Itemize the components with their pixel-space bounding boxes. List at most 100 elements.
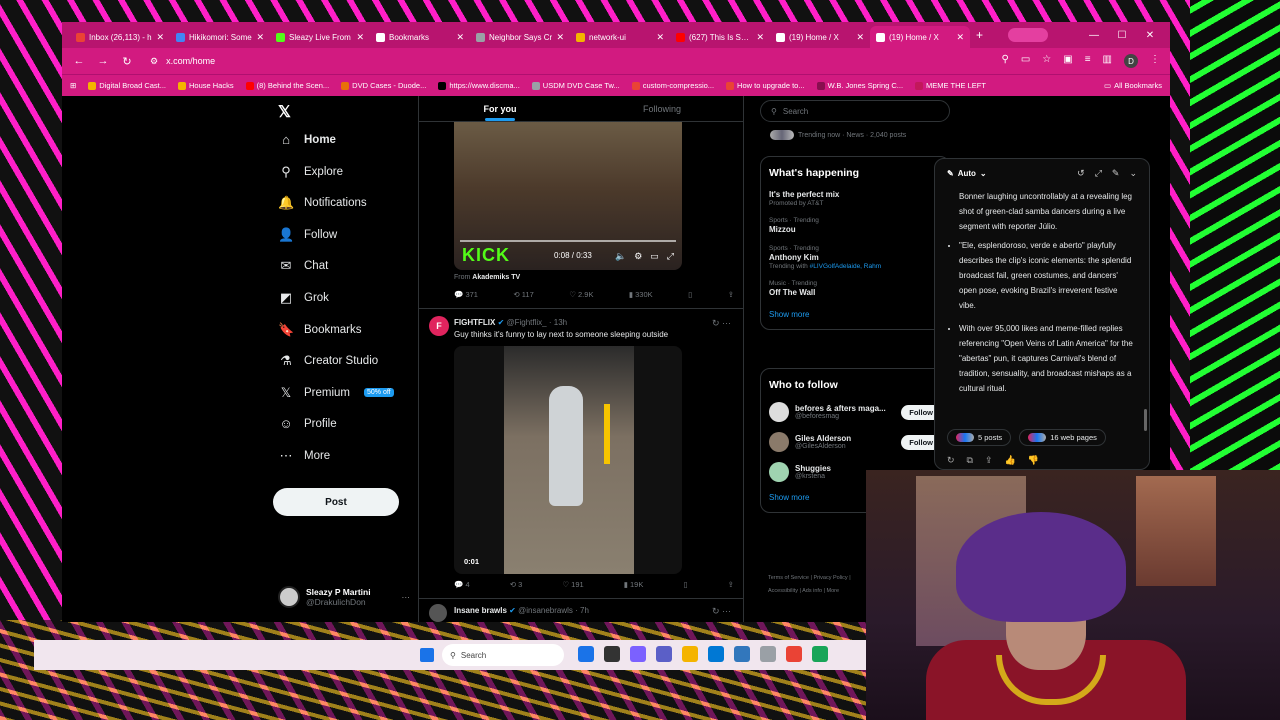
bookmark-icon[interactable]: ▯: [688, 290, 692, 299]
share-icon[interactable]: ⇪: [985, 455, 993, 466]
close-icon[interactable]: ✕: [756, 32, 764, 43]
zoom-icon[interactable]: ⚲: [1002, 54, 1009, 68]
repost-button[interactable]: ⟲ 117: [513, 290, 533, 299]
bookmark-item[interactable]: MEME THE LEFT: [915, 81, 986, 90]
bookmark-item[interactable]: custom-compressio...: [631, 81, 714, 90]
taskbar-app-icon[interactable]: [656, 646, 672, 662]
browser-tab[interactable]: (627) This Is Seric ✕: [670, 26, 770, 48]
nav-item-more[interactable]: ⋯ More: [278, 448, 331, 464]
bookmark-item[interactable]: W.B. Jones Spring C...: [816, 81, 903, 90]
trend-item[interactable]: Sports · Trending Mizzou: [761, 213, 949, 241]
new-chat-icon[interactable]: ✎: [1112, 168, 1120, 179]
taskbar-app-icon[interactable]: [760, 646, 776, 662]
copy-icon[interactable]: ⧉: [967, 455, 973, 466]
volume-icon[interactable]: 🔈: [615, 251, 626, 262]
nav-item-bookmarks[interactable]: 🔖 Bookmarks: [278, 322, 362, 338]
post-button[interactable]: Post: [273, 488, 399, 516]
split-icon[interactable]: ▥: [1103, 54, 1112, 68]
taskbar-app-icon[interactable]: [682, 646, 698, 662]
taskbar-app-icon[interactable]: [578, 646, 594, 662]
avatar[interactable]: F: [429, 316, 449, 336]
history-icon[interactable]: ↺: [1077, 168, 1085, 179]
close-icon[interactable]: ✕: [356, 32, 364, 43]
post-handle[interactable]: @Fightflix_: [507, 318, 547, 327]
scrollbar[interactable]: [1144, 409, 1147, 431]
taskbar-app-icon[interactable]: [812, 646, 828, 662]
thumbs-up-icon[interactable]: 👍: [1005, 455, 1016, 466]
post-time[interactable]: · 7h: [575, 606, 589, 615]
tab-following[interactable]: Following: [581, 96, 743, 121]
views-button[interactable]: ▮ 330K: [629, 290, 653, 299]
nav-item-chat[interactable]: ✉ Chat: [278, 258, 329, 274]
share-icon[interactable]: ⇪: [728, 580, 734, 589]
tab-for-you[interactable]: For you: [419, 96, 581, 121]
back-icon[interactable]: ←: [72, 55, 86, 67]
thumbs-down-icon[interactable]: 👎: [1028, 455, 1039, 466]
close-icon[interactable]: ✕: [456, 32, 464, 43]
follow-suggestion[interactable]: befores & afters maga... @beforesmag Follo…: [761, 397, 949, 427]
taskbar-app-icon[interactable]: [708, 646, 724, 662]
posts-sources-chip[interactable]: 5 posts: [947, 429, 1012, 446]
tab-search-icon[interactable]: ≡: [1085, 54, 1091, 68]
show-more-link[interactable]: Show more: [761, 304, 949, 329]
reply-button[interactable]: 💬 371: [454, 290, 478, 299]
nav-item-profile[interactable]: ☺ Profile: [278, 416, 336, 431]
pip-icon[interactable]: ▭: [650, 251, 659, 262]
close-icon[interactable]: ✕: [956, 32, 964, 43]
views-button[interactable]: ▮ 19K: [624, 580, 644, 589]
bookmark-item[interactable]: House Hacks: [178, 81, 234, 90]
regenerate-icon[interactable]: ↻: [947, 455, 955, 466]
trend-item[interactable]: Sports · Trending Anthony Kim Trending wit…: [761, 241, 949, 276]
bookmark-item[interactable]: https://www.discma...: [438, 81, 520, 90]
address-bar[interactable]: ⚙ x.com/home: [144, 51, 992, 71]
apps-icon[interactable]: ⊞: [70, 81, 76, 90]
trending-summary[interactable]: Trending now · News · 2,040 posts: [770, 130, 906, 140]
close-icon[interactable]: ✕: [156, 32, 164, 43]
nav-item-premium[interactable]: 𝕏 Premium 50% off: [278, 385, 394, 401]
account-switcher[interactable]: Sleazy P Martini @DrakulichDon ···: [278, 586, 410, 608]
bookmark-item[interactable]: USDM DVD Case Tw...: [531, 81, 620, 90]
web-sources-chip[interactable]: 16 web pages: [1019, 429, 1106, 446]
taskbar-app-icon[interactable]: [734, 646, 750, 662]
bookmark-icon[interactable]: ▯: [683, 580, 687, 589]
collapse-icon[interactable]: ⌄: [1129, 168, 1137, 179]
more-icon[interactable]: ···: [402, 592, 411, 602]
follow-suggestion[interactable]: Giles Alderson @GilesAlderson Follow: [761, 427, 949, 457]
close-icon[interactable]: ✕: [556, 32, 564, 43]
bookmark-item[interactable]: (8) Behind the Scen...: [245, 81, 329, 90]
minimize-button[interactable]: —: [1082, 30, 1106, 41]
from-source[interactable]: Akademiks TV: [472, 274, 520, 281]
repost-button[interactable]: ⟲ 3: [510, 580, 523, 589]
cast-icon[interactable]: ▭: [1021, 54, 1030, 68]
extension-pill[interactable]: [1008, 28, 1048, 42]
browser-tab[interactable]: (19) Home / X ✕: [770, 26, 870, 48]
menu-icon[interactable]: ⋮: [1150, 54, 1160, 68]
video-progress[interactable]: [460, 240, 676, 242]
browser-tab[interactable]: Inbox (26,113) - h ✕: [70, 26, 170, 48]
reply-button[interactable]: 💬 4: [454, 580, 470, 589]
reload-icon[interactable]: ↻: [120, 55, 134, 68]
post-handle[interactable]: @insanebrawls: [518, 606, 573, 615]
browser-tab[interactable]: Hikikomori: Some ✕: [170, 26, 270, 48]
maximize-button[interactable]: ☐: [1110, 30, 1134, 41]
new-tab-button[interactable]: +: [976, 28, 983, 42]
avatar[interactable]: [429, 604, 447, 622]
taskbar-search[interactable]: ⚲ Search: [442, 644, 564, 666]
nav-item-grok[interactable]: ◩ Grok: [278, 290, 329, 306]
post-author[interactable]: FIGHTFLIX: [454, 318, 495, 327]
browser-tab[interactable]: (19) Home / X ✕: [870, 26, 970, 48]
browser-tab[interactable]: network-ui ✕: [570, 26, 670, 48]
close-window-button[interactable]: ✕: [1138, 30, 1162, 41]
nav-item-follow[interactable]: 👤 Follow: [278, 227, 337, 243]
nav-item-explore[interactable]: ⚲ Explore: [278, 164, 343, 180]
bookmark-item[interactable]: DVD Cases - Duode...: [341, 81, 426, 90]
close-icon[interactable]: ✕: [856, 32, 864, 43]
video-player[interactable]: 0:01: [454, 346, 682, 574]
site-info-icon[interactable]: ⚙: [150, 56, 158, 67]
search-input[interactable]: ⚲ Search: [760, 100, 950, 122]
post-author[interactable]: Insane brawls: [454, 606, 507, 615]
extensions-icon[interactable]: ▣: [1063, 54, 1072, 68]
bookmark-item[interactable]: How to upgrade to...: [726, 81, 805, 90]
nav-item-home[interactable]: ⌂ Home: [278, 132, 336, 147]
post-time[interactable]: · 13h: [549, 318, 567, 327]
